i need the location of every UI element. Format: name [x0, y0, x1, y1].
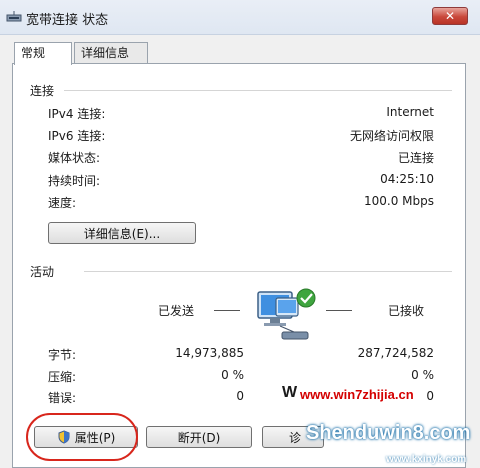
- received-heading: 已接收: [388, 304, 425, 318]
- media-state-label: 媒体状态:: [48, 151, 101, 165]
- ipv4-label: IPv4 连接:: [48, 107, 106, 121]
- highlight-ring: [26, 413, 138, 461]
- tab-details[interactable]: 详细信息: [74, 42, 148, 64]
- bytes-received-value: 287,724,582: [357, 346, 434, 360]
- title-bar: 宽带连接 状态 ✕: [0, 0, 480, 35]
- duration-label: 持续时间:: [48, 174, 101, 188]
- ipv6-value: 无网络访问权限: [349, 129, 434, 143]
- speed-label: 速度:: [48, 196, 77, 210]
- received-dash: [326, 310, 352, 311]
- network-activity-icon: [257, 288, 316, 340]
- compression-received-value: 0 %: [411, 368, 434, 382]
- window-title: 宽带连接 状态: [26, 13, 109, 28]
- sent-dash: [214, 310, 240, 311]
- disconnect-button[interactable]: 断开(D): [146, 426, 252, 448]
- bytes-label: 字节:: [48, 348, 77, 362]
- connection-heading: 连接: [30, 84, 55, 98]
- media-state-value: 已连接: [397, 151, 434, 165]
- general-panel: [12, 63, 466, 468]
- errors-label: 错误:: [48, 391, 77, 405]
- activity-heading: 活动: [30, 265, 55, 279]
- compression-sent-value: 0 %: [221, 368, 244, 382]
- win7-logo-mark: W: [282, 384, 298, 401]
- win7-watermark: www.win7zhijia.cn: [300, 387, 414, 402]
- connection-divider: [64, 90, 452, 91]
- ipv4-value: Internet: [386, 105, 434, 119]
- shendu-watermark: Shenduwin8.com: [306, 422, 471, 444]
- errors-sent-value: 0: [236, 389, 244, 403]
- details-button[interactable]: 详细信息(E)...: [48, 222, 196, 244]
- activity-divider: [84, 271, 452, 272]
- duration-value: 04:25:10: [380, 172, 434, 186]
- sent-heading: 已发送: [158, 304, 195, 318]
- errors-received-value: 0: [426, 389, 434, 403]
- compression-label: 压缩:: [48, 370, 77, 384]
- tab-general[interactable]: 常规: [14, 42, 72, 65]
- bytes-sent-value: 14,973,885: [175, 346, 244, 360]
- network-connection-icon: [6, 11, 22, 22]
- ipv6-label: IPv6 连接:: [48, 129, 106, 143]
- kxinyk-watermark: www.kxinyk.com: [386, 454, 467, 465]
- speed-value: 100.0 Mbps: [363, 194, 434, 208]
- close-button[interactable]: ✕: [432, 7, 468, 25]
